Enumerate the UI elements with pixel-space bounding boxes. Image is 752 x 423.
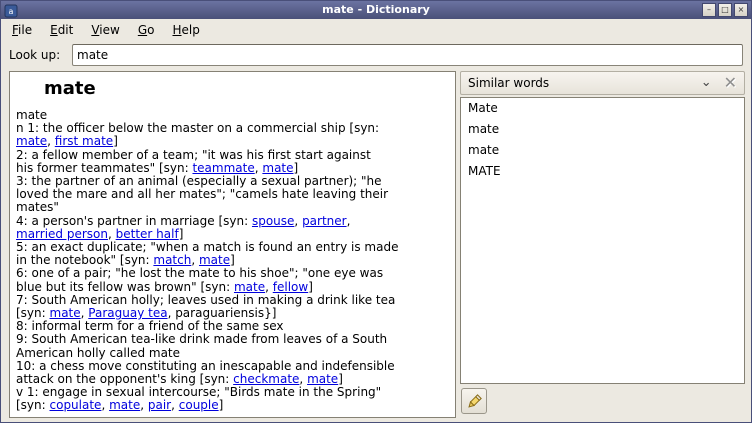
definition-text: , <box>101 398 109 412</box>
menu-file[interactable]: File <box>3 19 41 41</box>
synonym-link[interactable]: fellow <box>273 280 308 294</box>
menubar: FileEditViewGoHelp <box>1 19 751 41</box>
maximize-button[interactable]: □ <box>718 3 732 17</box>
similar-word-item[interactable]: mate <box>461 119 744 140</box>
definition-text: blue but its fellow was brown" [syn: <box>16 280 234 294</box>
definition-text: loved the mare and all her mates"; "came… <box>16 187 388 201</box>
definition-text: ] <box>294 161 299 175</box>
synonym-link[interactable]: married person <box>16 227 108 241</box>
definition-text: , <box>171 398 179 412</box>
definition-text: 3: the partner of an animal (especially … <box>16 174 382 188</box>
definition-text: , <box>294 214 302 228</box>
sidebar-header: Similar words ⌄ ✕ <box>460 71 745 95</box>
sidebar-footer <box>460 384 745 418</box>
synonym-link[interactable]: teammate <box>192 161 254 175</box>
definition-text: 8: informal term for a friend of the sam… <box>16 319 284 333</box>
synonym-link[interactable]: mate <box>50 306 81 320</box>
menu-view[interactable]: View <box>82 19 128 41</box>
titlebar[interactable]: a mate - Dictionary – □ × <box>1 1 751 19</box>
definition-text: , <box>140 398 148 412</box>
definition-text: 9: South American tea-like drink made fr… <box>16 332 387 346</box>
close-icon: × <box>738 5 745 14</box>
minimize-button[interactable]: – <box>702 3 716 17</box>
definition-text: American holly called mate <box>16 346 180 360</box>
synonym-link[interactable]: mate <box>16 134 47 148</box>
sidebar: Similar words ⌄ ✕ MatematemateMATE <box>460 71 745 418</box>
definition-pane[interactable]: mate maten 1: the officer below the mast… <box>9 71 456 418</box>
sidebar-close-icon[interactable]: ✕ <box>724 75 737 91</box>
definition-text: , <box>265 280 273 294</box>
definition-text: in the notebook" [syn: <box>16 253 153 267</box>
headword: mate <box>44 78 455 99</box>
menu-go[interactable]: Go <box>129 19 164 41</box>
definition-text: ] <box>230 253 235 267</box>
lookup-label: Look up: <box>9 41 60 69</box>
definition-text: mates" <box>16 200 59 214</box>
chevron-down-icon[interactable]: ⌄ <box>701 78 712 88</box>
menu-help[interactable]: Help <box>163 19 208 41</box>
definition-text: 10: a chess move constituting an inescap… <box>16 359 395 373</box>
definition-text: n 1: the officer below the master on a c… <box>16 121 379 135</box>
maximize-icon: □ <box>721 5 729 14</box>
synonym-link[interactable]: checkmate <box>233 372 299 386</box>
definition-text: 5: an exact duplicate; "when a match is … <box>16 240 398 254</box>
synonym-link[interactable]: copulate <box>50 398 102 412</box>
definition-text: 2: a fellow member of a team; "it was hi… <box>16 148 371 162</box>
similar-word-item[interactable]: MATE <box>461 161 744 182</box>
definition-text: , <box>191 253 199 267</box>
similar-word-item[interactable]: mate <box>461 140 744 161</box>
definition-text: attack on the opponent's king [syn: <box>16 372 233 386</box>
synonym-link[interactable]: better half <box>116 227 179 241</box>
synonym-link[interactable]: spouse <box>252 214 294 228</box>
synonym-link[interactable]: match <box>153 253 191 267</box>
window-controls: – □ × <box>702 3 748 17</box>
lookup-input[interactable] <box>72 44 743 66</box>
synonym-link[interactable]: mate <box>262 161 293 175</box>
dictionary-window: a mate - Dictionary – □ × FileEditViewGo… <box>0 0 752 423</box>
svg-text:a: a <box>9 7 14 16</box>
lookup-row: Look up: <box>1 41 751 69</box>
definition-text: ] <box>113 134 118 148</box>
definition-text: ] <box>179 227 184 241</box>
synonym-link[interactable]: pair <box>148 398 171 412</box>
definition-text: ] <box>338 372 343 386</box>
definition-text: 4: a person's partner in marriage [syn: <box>16 214 252 228</box>
pencil-button[interactable] <box>461 388 487 414</box>
definition-text: 7: South American holly; leaves used in … <box>16 293 395 307</box>
window-title: mate - Dictionary <box>1 1 751 19</box>
definition-text: , <box>47 134 55 148</box>
pencil-icon <box>465 393 483 411</box>
synonym-link[interactable]: Paraguay tea <box>88 306 167 320</box>
definition-text: , <box>108 227 116 241</box>
definition-text: [syn: <box>16 306 50 320</box>
similar-words-list: MatematemateMATE <box>460 97 745 384</box>
definition-text: mate <box>16 108 47 122</box>
definition-text: ] <box>308 280 313 294</box>
dictionary-app-icon: a <box>4 4 18 18</box>
definition-text: , <box>299 372 307 386</box>
sidebar-title: Similar words <box>468 76 701 90</box>
synonym-link[interactable]: first mate <box>55 134 113 148</box>
definition-text: , paraguariensis}] <box>168 306 277 320</box>
definition-text: v 1: engage in sexual intercourse; "Bird… <box>16 385 381 399</box>
synonym-link[interactable]: partner <box>302 214 347 228</box>
close-button[interactable]: × <box>734 3 748 17</box>
synonym-link[interactable]: mate <box>307 372 338 386</box>
definition-text: [syn: <box>16 398 50 412</box>
definition-body: maten 1: the officer below the master on… <box>16 109 455 413</box>
definition-text: his former teammates" [syn: <box>16 161 192 175</box>
synonym-link[interactable]: couple <box>179 398 219 412</box>
synonym-link[interactable]: mate <box>109 398 140 412</box>
synonym-link[interactable]: mate <box>199 253 230 267</box>
synonym-link[interactable]: mate <box>234 280 265 294</box>
definition-text: 6: one of a pair; "he lost the mate to h… <box>16 266 383 280</box>
minimize-icon: – <box>707 5 711 14</box>
definition-text: , <box>347 214 351 228</box>
menu-edit[interactable]: Edit <box>41 19 82 41</box>
definition-text: ] <box>219 398 224 412</box>
similar-word-item[interactable]: Mate <box>461 98 744 119</box>
app-icon: a <box>4 3 18 17</box>
